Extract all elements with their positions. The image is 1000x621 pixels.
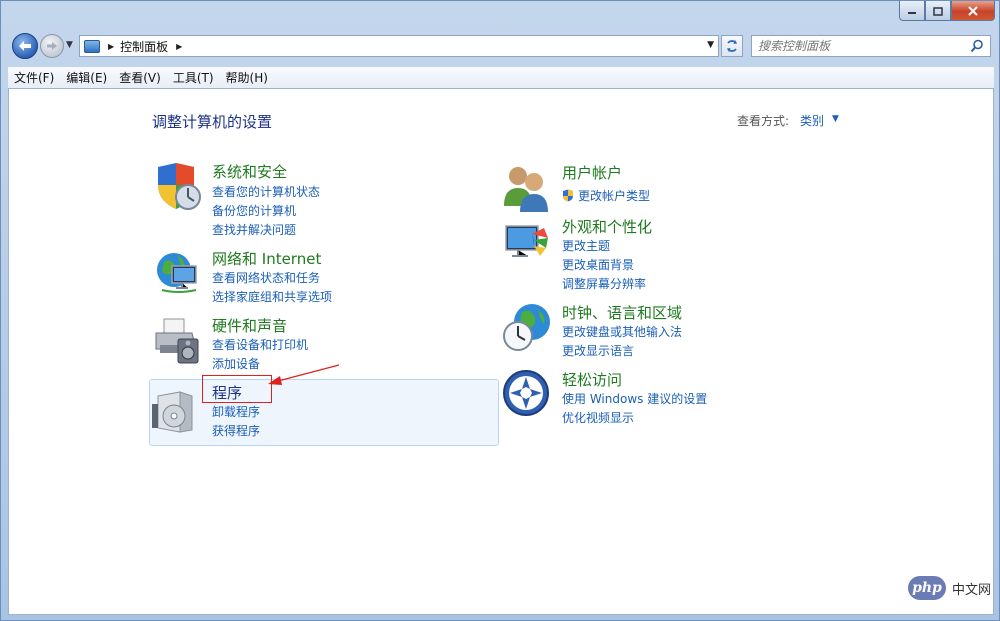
control-panel-window: ▼ ▶ 控制面板 ▶ ▼ 文件(F) 编辑(E) 查看(V) 工具(T) 帮助(… — [0, 0, 1000, 621]
category-clock-language-region: 时钟、语言和区域 更改键盘或其他输入法 更改显示语言 — [502, 302, 802, 360]
ease-of-access-icon — [503, 370, 549, 416]
close-icon — [968, 5, 978, 16]
category-network-internet: 网络和 Internet 查看网络状态和任务 选择家庭组和共享选项 — [152, 248, 452, 304]
category-system-security: 系统和安全 查看您的计算机状态 备份您的计算机 查找并解决问题 — [152, 161, 452, 237]
view-by-dropdown[interactable]: 类别 — [800, 112, 824, 129]
link-change-keyboard[interactable]: 更改键盘或其他输入法 — [562, 323, 682, 340]
category-title-network-internet[interactable]: 网络和 Internet — [212, 248, 321, 269]
menu-bar: 文件(F) 编辑(E) 查看(V) 工具(T) 帮助(H) — [8, 66, 994, 88]
link-add-device[interactable]: 添加设备 — [212, 355, 260, 372]
forward-button[interactable] — [40, 34, 64, 58]
navigation-bar: ▼ ▶ 控制面板 ▶ ▼ — [1, 29, 1000, 65]
link-homegroup-sharing[interactable]: 选择家庭组和共享选项 — [212, 288, 332, 305]
annotation-box — [202, 375, 272, 403]
maximize-button[interactable] — [925, 1, 951, 21]
address-bar[interactable]: ▶ 控制面板 ▶ ▼ — [79, 35, 719, 57]
watermark: php 中文网 — [907, 576, 991, 600]
menu-help[interactable]: 帮助(H) — [220, 69, 274, 86]
annotation-arrow-icon — [268, 364, 340, 385]
link-adjust-resolution[interactable]: 调整屏幕分辨率 — [562, 275, 646, 292]
search-box — [751, 35, 991, 57]
menu-edit[interactable]: 编辑(E) — [60, 69, 113, 86]
personalization-icon — [505, 225, 548, 257]
menu-view[interactable]: 查看(V) — [113, 69, 167, 86]
link-uninstall-program[interactable]: 卸载程序 — [212, 403, 260, 420]
printer-icon — [155, 318, 199, 364]
link-change-display-language[interactable]: 更改显示语言 — [562, 342, 634, 359]
link-get-programs[interactable]: 获得程序 — [212, 422, 260, 439]
network-globe-icon — [157, 253, 197, 293]
minimize-icon — [908, 11, 916, 14]
link-change-desktop-background[interactable]: 更改桌面背景 — [562, 256, 634, 273]
link-view-network-status[interactable]: 查看网络状态和任务 — [212, 269, 320, 286]
search-icon[interactable] — [970, 39, 984, 53]
category-ease-of-access: 轻松访问 使用 Windows 建议的设置 优化视频显示 — [502, 369, 802, 427]
category-title-hardware-sound[interactable]: 硬件和声音 — [212, 315, 287, 336]
link-change-account-type[interactable]: 更改帐户类型 — [562, 187, 650, 204]
view-by-label: 查看方式: — [737, 114, 790, 128]
address-dropdown-icon[interactable]: ▼ — [707, 40, 714, 50]
category-user-accounts: 用户帐户 更改帐户类型 — [502, 162, 802, 212]
menu-file[interactable]: 文件(F) — [8, 69, 60, 86]
php-logo: php — [907, 576, 946, 600]
watermark-text: 中文网 — [951, 582, 991, 598]
category-title-ease-of-access[interactable]: 轻松访问 — [562, 369, 622, 390]
page-title: 调整计算机的设置 — [152, 113, 273, 131]
link-optimize-video[interactable]: 优化视频显示 — [562, 409, 634, 426]
chevron-down-icon[interactable]: ▼ — [832, 114, 839, 124]
link-recommended-settings[interactable]: 使用 Windows 建议的设置 — [562, 390, 707, 407]
back-button[interactable] — [12, 33, 38, 59]
restore-icon — [933, 6, 943, 16]
link-devices-printers[interactable]: 查看设备和打印机 — [212, 336, 308, 353]
breadcrumb-chevron-icon[interactable]: ▶ — [176, 42, 182, 51]
programs-icon — [152, 391, 193, 433]
breadcrumb-chevron-icon[interactable]: ▶ — [108, 42, 114, 51]
link-view-computer-status[interactable]: 查看您的计算机状态 — [212, 183, 320, 200]
category-hardware-sound: 硬件和声音 查看设备和打印机 添加设备 — [152, 315, 452, 371]
breadcrumb-control-panel[interactable]: 控制面板 — [120, 38, 168, 55]
close-button[interactable] — [951, 1, 995, 21]
category-title-user-accounts[interactable]: 用户帐户 — [562, 162, 622, 183]
clock-globe-icon — [503, 304, 550, 351]
refresh-button[interactable] — [721, 35, 743, 57]
arrow-right-icon — [47, 42, 57, 50]
users-icon — [504, 167, 548, 212]
category-appearance: 外观和个性化 更改主题 更改桌面背景 调整屏幕分辨率 — [502, 216, 802, 291]
title-bar — [1, 1, 1000, 29]
refresh-icon — [727, 40, 737, 52]
link-change-theme[interactable]: 更改主题 — [562, 237, 610, 254]
category-title-appearance[interactable]: 外观和个性化 — [562, 216, 652, 237]
window-controls — [899, 1, 995, 21]
link-change-account-type-label: 更改帐户类型 — [578, 189, 651, 203]
uac-shield-icon — [563, 189, 573, 202]
recent-pages-dropdown[interactable]: ▼ — [66, 40, 73, 50]
arrow-left-icon — [19, 41, 31, 51]
link-backup-computer[interactable]: 备份您的计算机 — [212, 202, 296, 219]
link-troubleshoot[interactable]: 查找并解决问题 — [212, 221, 296, 238]
minimize-button[interactable] — [899, 1, 925, 21]
category-title-clock-language[interactable]: 时钟、语言和区域 — [562, 302, 682, 323]
menu-tools[interactable]: 工具(T) — [167, 69, 220, 86]
search-input[interactable] — [758, 37, 968, 55]
control-panel-icon — [84, 39, 100, 53]
content-pane: 调整计算机的设置 查看方式: 类别 ▼ 系统和安全 查看您的计算机状态 备份您的… — [8, 88, 994, 615]
category-title-system-security[interactable]: 系统和安全 — [212, 161, 287, 182]
shield-icon — [158, 163, 201, 210]
